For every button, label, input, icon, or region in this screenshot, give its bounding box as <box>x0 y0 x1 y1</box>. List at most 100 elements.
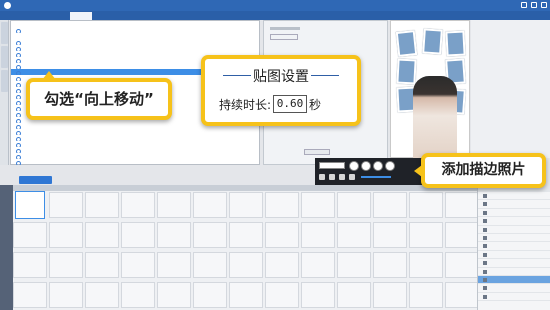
timeline-cell[interactable] <box>193 282 227 308</box>
timeline-cell[interactable] <box>337 192 371 218</box>
timeline-cell[interactable] <box>229 222 263 248</box>
timeline-cell[interactable] <box>193 222 227 248</box>
apply-button[interactable] <box>304 149 330 155</box>
timeline-cell[interactable] <box>49 222 83 248</box>
timeline-cell[interactable] <box>337 252 371 278</box>
sticker-list-item[interactable] <box>478 226 550 234</box>
timeline-cell[interactable] <box>121 252 155 278</box>
prev-icon[interactable] <box>373 161 383 171</box>
timeline-cell[interactable] <box>409 222 443 248</box>
menu-tab[interactable] <box>4 12 16 20</box>
timeline-cell[interactable] <box>157 252 191 278</box>
video-editor-window: 勾选“向上移动” 贴图设置 持续时长: 0.60 秒 添加描边照片 <box>0 0 550 310</box>
list-item[interactable] <box>11 159 259 165</box>
timeline-cell[interactable] <box>121 282 155 308</box>
window-controls <box>521 2 547 8</box>
timeline-cell[interactable] <box>409 192 443 218</box>
timeline-cell[interactable] <box>49 192 83 218</box>
sticker-list-item[interactable] <box>478 209 550 218</box>
timeline-cell[interactable] <box>49 252 83 278</box>
menu-tab[interactable] <box>145 12 163 20</box>
sticker-list-item[interactable] <box>478 192 550 201</box>
timeline-cell[interactable] <box>373 222 407 248</box>
timeline-cell[interactable] <box>445 252 479 278</box>
timecode-display <box>319 162 345 169</box>
sticker-list-item[interactable] <box>478 200 550 209</box>
timeline-cell[interactable] <box>229 192 263 218</box>
timeline-cell[interactable] <box>445 192 479 218</box>
timeline-cell[interactable] <box>445 282 479 308</box>
timeline-cell[interactable] <box>265 252 299 278</box>
sticker-list-item[interactable] <box>478 259 550 268</box>
tool-icon[interactable] <box>349 174 355 180</box>
menu-tab[interactable] <box>95 12 117 20</box>
stop-icon[interactable] <box>361 161 371 171</box>
timeline-cell[interactable] <box>337 222 371 248</box>
selected-clip[interactable] <box>15 191 45 219</box>
sticker-list-item[interactable] <box>478 217 550 226</box>
timeline-cell[interactable] <box>157 222 191 248</box>
timeline-cell[interactable] <box>229 252 263 278</box>
timeline-cell[interactable] <box>409 282 443 308</box>
timeline-cell[interactable] <box>445 222 479 248</box>
sticker-list-item[interactable] <box>478 251 550 260</box>
menu-tab[interactable] <box>120 12 142 20</box>
timeline-cell[interactable] <box>193 192 227 218</box>
timeline-track <box>13 251 479 279</box>
play-icon[interactable] <box>349 161 359 171</box>
timeline-cell[interactable] <box>85 282 119 308</box>
timeline-cell[interactable] <box>409 252 443 278</box>
timeline-cell[interactable] <box>265 222 299 248</box>
timeline-cell[interactable] <box>265 192 299 218</box>
timeline-cell[interactable] <box>85 192 119 218</box>
timeline-cell[interactable] <box>85 252 119 278</box>
side-tab[interactable] <box>1 22 8 44</box>
close-icon[interactable] <box>541 2 547 8</box>
side-tab[interactable] <box>1 70 8 92</box>
menu-tab[interactable] <box>32 12 42 20</box>
timeline-cell[interactable] <box>301 282 335 308</box>
menu-tab[interactable] <box>189 12 213 20</box>
timeline-cell[interactable] <box>13 222 47 248</box>
timeline-cell[interactable] <box>85 222 119 248</box>
minimize-icon[interactable] <box>521 2 527 8</box>
timeline-cell[interactable] <box>373 192 407 218</box>
timeline-cell[interactable] <box>13 282 47 308</box>
timeline-cell[interactable] <box>157 192 191 218</box>
menu-tab[interactable] <box>45 12 67 20</box>
tool-icon[interactable] <box>319 174 325 180</box>
timeline-cell[interactable] <box>337 282 371 308</box>
sticker-list-item[interactable] <box>478 234 550 243</box>
timeline-cell[interactable] <box>229 282 263 308</box>
timeline-cell[interactable] <box>13 252 47 278</box>
timeline-cell[interactable] <box>301 252 335 278</box>
timeline-cell[interactable] <box>301 192 335 218</box>
sticker-list-item-selected[interactable] <box>478 275 550 285</box>
menu-tab-active[interactable] <box>70 11 92 20</box>
tool-icon[interactable] <box>339 174 345 180</box>
timeline-cell[interactable] <box>301 222 335 248</box>
menu-tab[interactable] <box>19 12 29 20</box>
volume-slider[interactable] <box>361 176 391 178</box>
next-icon[interactable] <box>385 161 395 171</box>
menu-tab[interactable] <box>166 12 186 20</box>
timeline-cell[interactable] <box>121 222 155 248</box>
timeline-side-tab[interactable] <box>0 185 13 310</box>
side-tab[interactable] <box>1 46 8 68</box>
duration-value-field[interactable]: 0.60 <box>273 95 308 113</box>
timeline-cell[interactable] <box>373 252 407 278</box>
timeline-cell[interactable] <box>373 282 407 308</box>
duration-field[interactable] <box>270 34 298 40</box>
timeline-cell[interactable] <box>121 192 155 218</box>
sticker-list-item[interactable] <box>478 293 550 302</box>
sticker-list-item[interactable] <box>478 242 550 251</box>
maximize-icon[interactable] <box>531 2 537 8</box>
sticker-list-item[interactable] <box>478 284 550 293</box>
add-sticker-button[interactable] <box>19 176 52 184</box>
timeline-cell[interactable] <box>157 282 191 308</box>
tool-icon[interactable] <box>329 174 335 180</box>
timeline-cell[interactable] <box>49 282 83 308</box>
timeline-cell[interactable] <box>265 282 299 308</box>
timeline-cell[interactable] <box>193 252 227 278</box>
sticker-list-item[interactable] <box>478 268 550 276</box>
